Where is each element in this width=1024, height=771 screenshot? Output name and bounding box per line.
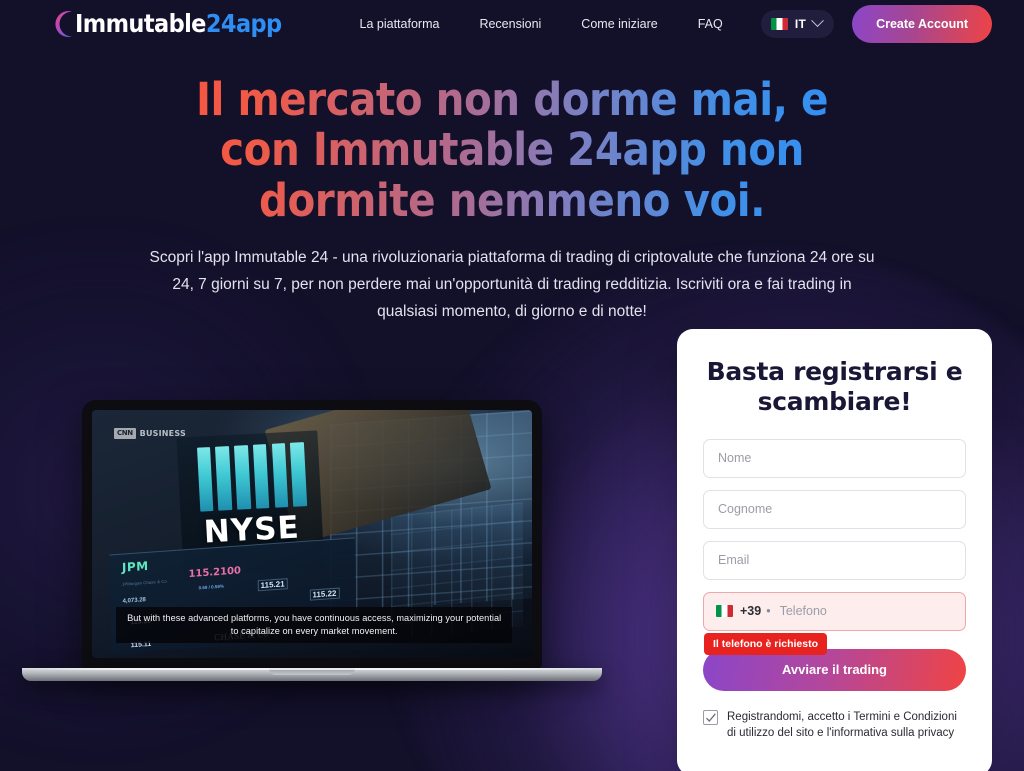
start-trading-button[interactable]: Avviare il trading xyxy=(703,648,966,691)
site-header: Immutable24app La piattaforma Recensioni… xyxy=(0,0,1024,47)
ticker-index: 4,073.28 xyxy=(122,597,146,605)
laptop-base xyxy=(22,667,602,681)
ticker-bid: 115.21 xyxy=(257,578,288,592)
italy-flag-icon xyxy=(716,605,733,618)
language-code: IT xyxy=(794,16,807,31)
form-title: Basta registrarsi e scambiare! xyxy=(706,356,963,416)
main-navigation: La piattaforma Recensioni Come iniziare … xyxy=(360,17,723,31)
brand-logo[interactable]: Immutable24app xyxy=(52,9,282,39)
signup-form-card: Basta registrarsi e scambiare! +39 • Il … xyxy=(677,328,992,771)
nav-item-reviews[interactable]: Recensioni xyxy=(479,17,541,31)
video-caption: But with these advanced platforms, you h… xyxy=(116,606,513,643)
hero-subheadline: Scopri l'app Immutable 24 - una rivoluzi… xyxy=(149,249,875,321)
logo-text-primary: Immutable xyxy=(75,9,206,38)
crescent-swoosh-icon xyxy=(52,9,78,39)
terms-agreement: Registrandomi, accetto i Termini e Condi… xyxy=(703,709,966,742)
ticker-price: 115.2100 xyxy=(188,564,241,580)
first-name-input[interactable] xyxy=(703,438,966,478)
italy-flag-icon xyxy=(770,17,788,30)
phone-input[interactable] xyxy=(779,604,953,619)
create-account-button[interactable]: Create Account xyxy=(852,4,992,43)
nyse-bars-icon xyxy=(196,442,307,512)
phone-error-tooltip: Il telefono è richiesto xyxy=(704,632,828,655)
logo-text-secondary: 24app xyxy=(205,9,282,38)
nav-item-faq[interactable]: FAQ xyxy=(698,17,723,31)
laptop-lid: NYSE CNN BUSINESS JPM JPMorgan Chase & C… xyxy=(82,399,542,668)
cnn-business-label: BUSINESS xyxy=(139,428,186,438)
phone-dial-code: +39 xyxy=(740,604,762,619)
hero-section: Il mercato non dorme mai, e con Immutabl… xyxy=(0,47,1024,326)
phone-input-group[interactable]: +39 • Il telefono è richiesto xyxy=(703,591,966,655)
cnn-logo: CNN xyxy=(114,428,136,440)
video-player[interactable]: NYSE CNN BUSINESS JPM JPMorgan Chase & C… xyxy=(92,409,532,658)
cnn-business-watermark: CNN BUSINESS xyxy=(114,428,186,440)
ticker-company: JPMorgan Chase & Co xyxy=(121,578,167,587)
landing-page: Immutable24app La piattaforma Recensioni… xyxy=(0,0,1024,771)
hero-headline: Il mercato non dorme mai, e con Immutabl… xyxy=(162,74,862,226)
checkmark-icon xyxy=(706,712,716,722)
chevron-down-icon xyxy=(811,14,824,28)
video-caption-text: But with these advanced platforms, you h… xyxy=(127,612,502,636)
ticker-change: 0.69 / 0.59% xyxy=(198,583,224,591)
ticker-ask: 115.22 xyxy=(308,587,340,601)
nav-item-get-started[interactable]: Come iniziare xyxy=(581,17,657,31)
hero-lower-section: NYSE CNN BUSINESS JPM JPMorgan Chase & C… xyxy=(0,328,1024,771)
language-selector[interactable]: IT xyxy=(760,9,835,38)
terms-text: Registrandomi, accetto i Termini e Condi… xyxy=(727,710,957,740)
ticker-symbol: JPM xyxy=(121,558,149,575)
terms-checkbox[interactable] xyxy=(703,709,718,725)
email-input[interactable] xyxy=(703,540,966,580)
phone-separator: • xyxy=(766,604,771,619)
last-name-input[interactable] xyxy=(703,489,966,529)
laptop-mockup: NYSE CNN BUSINESS JPM JPMorgan Chase & C… xyxy=(22,399,602,681)
header-actions: IT Create Account xyxy=(760,4,992,43)
nav-item-platform[interactable]: La piattaforma xyxy=(360,17,440,31)
